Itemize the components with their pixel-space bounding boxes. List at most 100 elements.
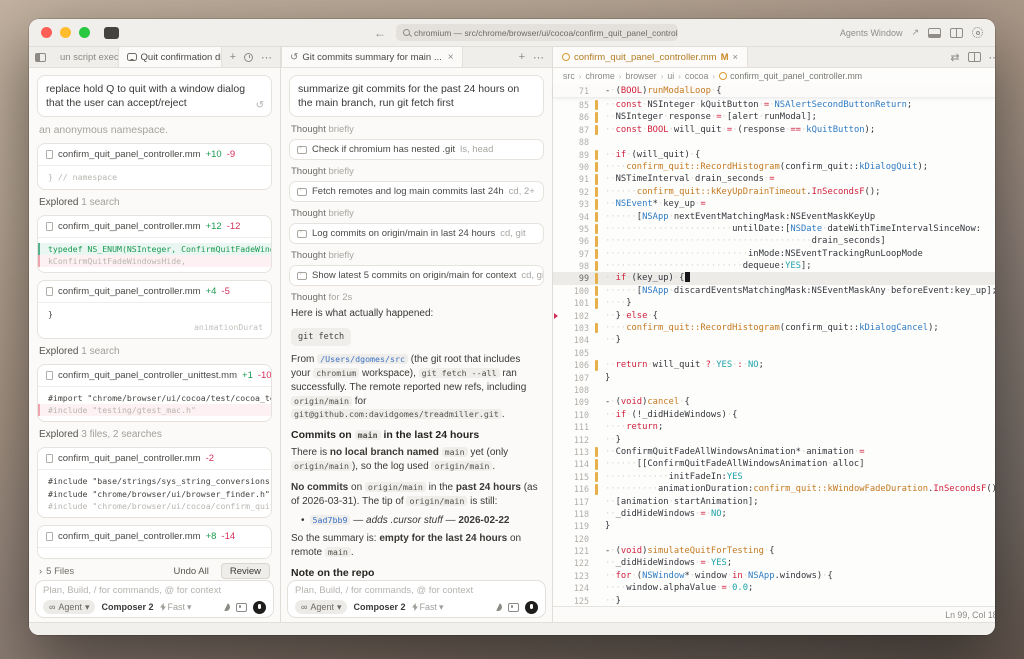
line-number[interactable]: 110 (553, 409, 589, 421)
agents-window-label[interactable]: Agents Window (840, 28, 903, 38)
code-line[interactable]: 119} (553, 520, 995, 532)
tool-call-card[interactable]: Show latest 5 commits on origin/main for… (289, 265, 544, 286)
line-number[interactable]: 108 (553, 384, 589, 396)
sidebar-toggle-button[interactable] (29, 47, 52, 67)
line-number[interactable]: 123 (553, 570, 589, 582)
line-number[interactable]: 85 (553, 99, 589, 111)
agent-mode-dropdown[interactable]: ∞ Agent ▾ (43, 600, 95, 614)
code-line[interactable]: 97···························inMode:NSEv… (553, 248, 995, 260)
line-number[interactable]: 106 (553, 359, 589, 371)
editor-tab-confirm-quit-panel-controller[interactable]: confirm_quit_panel_controller.mm M × (553, 47, 748, 67)
gear-icon[interactable] (972, 27, 983, 38)
attach-image-icon[interactable] (508, 603, 519, 612)
model-label[interactable]: Composer 2 (353, 602, 405, 612)
code-line[interactable]: 94······[NSApp·nextEventMatchingMask:NSE… (553, 211, 995, 223)
agent-mode-dropdown[interactable]: ∞ Agent ▾ (295, 600, 347, 614)
code-line[interactable]: 123··for·(NSWindow*·window·in·NSApp.wind… (553, 570, 995, 582)
code-line[interactable]: 118··_didHideWindows·=·NO; (553, 508, 995, 520)
close-tab-icon[interactable]: × (733, 52, 739, 63)
line-number[interactable]: 90 (553, 161, 589, 173)
minimize-window-button[interactable] (60, 27, 71, 38)
tab-git-commits-summary[interactable]: ↺ Git commits summary for main ... × (281, 47, 463, 67)
thought-row[interactable]: Thought for 2s (291, 292, 544, 303)
line-number[interactable]: 113 (553, 446, 589, 458)
diff-card-header[interactable]: confirm_quit_panel_controller.mm+10-9 (38, 144, 271, 166)
line-number[interactable]: 114 (553, 458, 589, 470)
speed-dropdown[interactable]: Fast ▾ (412, 602, 444, 613)
code-line[interactable]: 103····confirm_quit::RecordHistogram(con… (553, 322, 995, 334)
code-line[interactable]: 95························untilDate:[NSD… (553, 223, 995, 235)
more-actions-button[interactable]: ⋯ (989, 51, 995, 64)
new-chat-button[interactable]: + (230, 51, 236, 63)
line-number[interactable]: 99 (553, 272, 589, 284)
diff-card[interactable]: confirm_quit_panel_controller.mm-2#inclu… (37, 447, 272, 518)
line-number[interactable]: 98 (553, 260, 589, 272)
user-message-card[interactable]: summarize git commits for the past 24 ho… (289, 75, 544, 117)
breadcrumb-item[interactable]: chrome (585, 71, 614, 81)
breadcrumb[interactable]: src›chrome›browser›ui›cocoa›confirm_quit… (553, 68, 995, 84)
line-number[interactable]: 95 (553, 223, 589, 235)
line-number[interactable]: 93 (553, 198, 589, 210)
line-number[interactable]: 87 (553, 124, 589, 136)
code-line[interactable]: 106··return·will_quit·?·YES·:·NO; (553, 359, 995, 371)
code-line[interactable]: 112··} (553, 434, 995, 446)
line-number[interactable]: 116 (553, 483, 589, 495)
line-number[interactable]: 88 (553, 136, 589, 148)
usage-meter-icon[interactable] (221, 602, 232, 613)
sync-changes-icon[interactable]: ⇄ (950, 51, 959, 64)
code-line[interactable]: 91··NSTimeInterval·drain_seconds·= (553, 173, 995, 185)
tab-run-script[interactable]: un script exec... (52, 47, 118, 67)
code-line[interactable]: 114······[[ConfirmQuitFadeAllWindowsAnim… (553, 458, 995, 470)
line-number[interactable]: 109 (553, 396, 589, 408)
history-icon[interactable] (244, 53, 253, 62)
breadcrumb-item-file[interactable]: confirm_quit_panel_controller.mm (719, 71, 862, 81)
composer-placeholder[interactable]: Plan, Build, / for commands, @ for conte… (295, 585, 538, 596)
code-line[interactable]: 120 (553, 533, 995, 545)
diff-card[interactable]: confirm_quit_panel_controller.mm+12-12na… (37, 215, 272, 274)
code-line[interactable]: 117··[animation·startAnimation]; (553, 496, 995, 508)
line-number[interactable]: 91 (553, 173, 589, 185)
diff-card-header[interactable]: confirm_quit_panel_controller.mm+12-12 (38, 216, 271, 238)
code-line[interactable]: 109-·(void)cancel·{ (553, 396, 995, 408)
line-number[interactable]: 111 (553, 421, 589, 433)
explored-summary[interactable]: Explored 3 files, 2 searches (39, 429, 272, 440)
files-changed-bar[interactable]: › 5 Files Undo All Review (29, 562, 280, 580)
split-layout-icon[interactable] (950, 28, 963, 38)
undo-all-button[interactable]: Undo All (173, 566, 208, 577)
code-line[interactable]: 85··const·NSInteger·kQuitButton·=·NSAler… (553, 99, 995, 111)
microphone-button[interactable] (253, 601, 266, 614)
code-line[interactable]: 100······[NSApp·discardEventsMatchingMas… (553, 285, 995, 297)
code-line[interactable]: 98··························dequeue:YES]… (553, 260, 995, 272)
more-actions-button[interactable]: ⋯ (261, 51, 272, 64)
code-line[interactable]: 110··if·(!_didHideWindows)·{ (553, 409, 995, 421)
diff-card[interactable]: confirm_quit_panel_controller_unittest.m… (37, 364, 272, 423)
left-composer[interactable]: Plan, Build, / for commands, @ for conte… (35, 580, 274, 618)
review-button[interactable]: Review (221, 563, 270, 579)
code-area[interactable]: 85··const·NSInteger·kQuitButton·=·NSAler… (553, 97, 995, 606)
code-line[interactable]: 90····confirm_quit::RecordHistogram(conf… (553, 161, 995, 173)
tool-call-card[interactable]: Log commits on origin/main in last 24 ho… (289, 223, 544, 244)
diff-card[interactable]: confirm_quit_panel_controller.mm+4-5}Fad… (37, 280, 272, 339)
code-line[interactable]: 89··if·(will_quit)·{ (553, 149, 995, 161)
left-chat-scroll[interactable]: replace hold Q to quit with a window dia… (29, 68, 280, 562)
zoom-window-button[interactable] (79, 27, 90, 38)
speed-dropdown[interactable]: Fast ▾ (160, 602, 192, 613)
more-actions-button[interactable]: ⋯ (533, 51, 544, 64)
line-number[interactable]: 105 (553, 347, 589, 359)
tool-call-card[interactable]: Check if chromium has nested .git ls, he… (289, 139, 544, 160)
window-title-search-pill[interactable]: chromium — src/chrome/browser/ui/cocoa/c… (396, 24, 678, 41)
diff-card[interactable]: confirm_quit_panel_controller.mm+10-9Con… (37, 143, 272, 189)
code-line[interactable]: 124····window.alphaValue·=·0.0; (553, 582, 995, 594)
close-tab-icon[interactable]: × (448, 52, 454, 63)
line-number[interactable]: 100 (553, 285, 589, 297)
code-line[interactable]: 116··········animationDuration:confirm_q… (553, 483, 995, 495)
sticky-scope-header[interactable]: 71 -·(BOOL)runModalLoop·{ (553, 84, 995, 97)
diff-card-header[interactable]: confirm_quit_panel_controller_unittest.m… (38, 365, 271, 387)
line-number[interactable]: 101 (553, 297, 589, 309)
code-line[interactable]: 115············initFadeIn:YES (553, 471, 995, 483)
line-number[interactable]: 92 (553, 186, 589, 198)
code-line[interactable]: 108 (553, 384, 995, 396)
thought-row[interactable]: Thought briefly (291, 250, 544, 261)
attach-image-icon[interactable] (236, 603, 247, 612)
thought-row[interactable]: Thought briefly (291, 124, 544, 135)
